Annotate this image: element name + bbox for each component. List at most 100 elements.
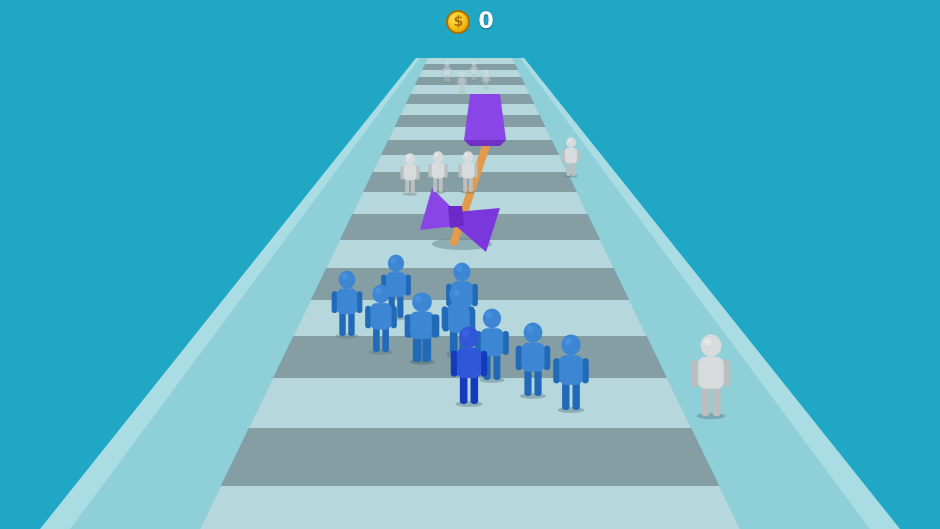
- runner-arm: [405, 274, 411, 296]
- game-scene: [0, 0, 940, 529]
- runner-head-highlight: [462, 329, 470, 338]
- runner-arm: [431, 314, 438, 338]
- runner-head: [404, 153, 416, 165]
- runner-shadow: [430, 190, 446, 194]
- runner-leg: [444, 74, 447, 82]
- runner-arm: [582, 358, 589, 384]
- runner-head-highlight: [460, 72, 463, 75]
- runner-torso: [458, 77, 466, 86]
- runner-arm: [476, 67, 479, 74]
- runner-leg: [410, 178, 415, 194]
- runner-leg: [373, 326, 380, 352]
- runner-head: [483, 69, 489, 75]
- runner-shadow: [564, 174, 578, 178]
- runner-arm: [416, 166, 420, 180]
- runner-leg: [701, 385, 710, 416]
- runner-leg: [534, 368, 542, 396]
- runner-head-highlight: [464, 152, 469, 157]
- track-stripe: [220, 428, 720, 486]
- runner-arm: [465, 78, 467, 85]
- runner-head-highlight: [434, 152, 439, 157]
- runner-leg: [422, 336, 430, 362]
- hammer-blade-core: [448, 206, 464, 228]
- runner-head: [561, 334, 581, 356]
- runner-shadow: [455, 400, 483, 408]
- runner-head: [523, 322, 543, 343]
- track-stripe: [200, 486, 740, 529]
- runner-shadow: [479, 377, 505, 383]
- runner-leg: [468, 176, 473, 192]
- runner-leg: [462, 84, 465, 92]
- runner-head-highlight: [564, 337, 572, 345]
- runner-leg: [348, 311, 355, 336]
- runner-leg: [447, 74, 450, 82]
- runner-head: [566, 137, 576, 148]
- runner-arm: [502, 331, 509, 355]
- runner-head: [387, 254, 405, 273]
- runner-head: [338, 270, 356, 289]
- runner-head-highlight: [526, 325, 534, 333]
- runner-head-highlight: [703, 337, 712, 346]
- runner-arm: [404, 314, 411, 338]
- runner-head-highlight: [456, 265, 463, 272]
- runner-leg: [397, 294, 404, 318]
- runner-torso: [471, 66, 477, 74]
- runner-head: [482, 308, 502, 329]
- runner-head-highlight: [406, 154, 411, 159]
- runner-shadow: [408, 359, 434, 365]
- runner-head: [471, 61, 477, 67]
- runner-leg: [471, 73, 474, 80]
- runner-shadow: [335, 333, 359, 339]
- runner-arm: [442, 68, 444, 75]
- runner-torso: [461, 162, 475, 179]
- runner-arm: [481, 75, 484, 82]
- runner-arm: [471, 283, 478, 307]
- runner-arm: [723, 360, 731, 388]
- runner-head: [372, 284, 390, 304]
- runner-torso: [521, 342, 545, 372]
- runner-head: [444, 61, 450, 68]
- runner-head: [459, 71, 465, 78]
- runner-head-highlight: [567, 138, 572, 143]
- runner-arm: [691, 360, 699, 388]
- runner-leg: [524, 368, 532, 396]
- runner-leg: [486, 81, 489, 88]
- coin-icon: $: [446, 10, 471, 34]
- runner-head: [450, 286, 468, 306]
- runner-leg: [412, 336, 420, 362]
- coin-symbol: $: [453, 14, 464, 30]
- runner-head-highlight: [484, 70, 487, 73]
- runner-leg: [438, 176, 443, 192]
- runner-head: [462, 151, 474, 163]
- runner-leg: [382, 326, 389, 352]
- runner-head: [432, 151, 444, 163]
- hud-bar: $ 0: [0, 6, 940, 38]
- game-viewport[interactable]: $ 0: [0, 0, 940, 529]
- runner-shadow: [460, 190, 476, 194]
- runner-leg: [474, 73, 477, 80]
- runner-head-highlight: [390, 257, 397, 264]
- runner-arm: [543, 345, 551, 371]
- runner-torso: [559, 355, 583, 385]
- runner-head-highlight: [472, 62, 475, 65]
- runner-leg: [463, 176, 468, 192]
- runner-torso: [370, 303, 392, 330]
- runner-shadow: [402, 192, 418, 196]
- runner-arm: [480, 350, 488, 377]
- runner-shadow: [696, 412, 726, 420]
- runner-arm: [444, 164, 448, 178]
- runner-head: [459, 326, 479, 348]
- hammer-top-head-shade: [464, 140, 506, 146]
- runner-arm: [428, 164, 432, 178]
- runner-leg: [405, 178, 410, 194]
- runner-head-highlight: [452, 289, 460, 297]
- runner-head-highlight: [445, 62, 448, 65]
- runner-shadow: [557, 407, 585, 413]
- runner-arm: [442, 308, 449, 332]
- runner-shadow: [482, 87, 490, 89]
- runner-head-highlight: [414, 295, 422, 303]
- runner-arm: [561, 149, 566, 163]
- runner-head: [412, 292, 430, 312]
- runner-arm: [474, 164, 478, 178]
- runner-head: [453, 262, 471, 282]
